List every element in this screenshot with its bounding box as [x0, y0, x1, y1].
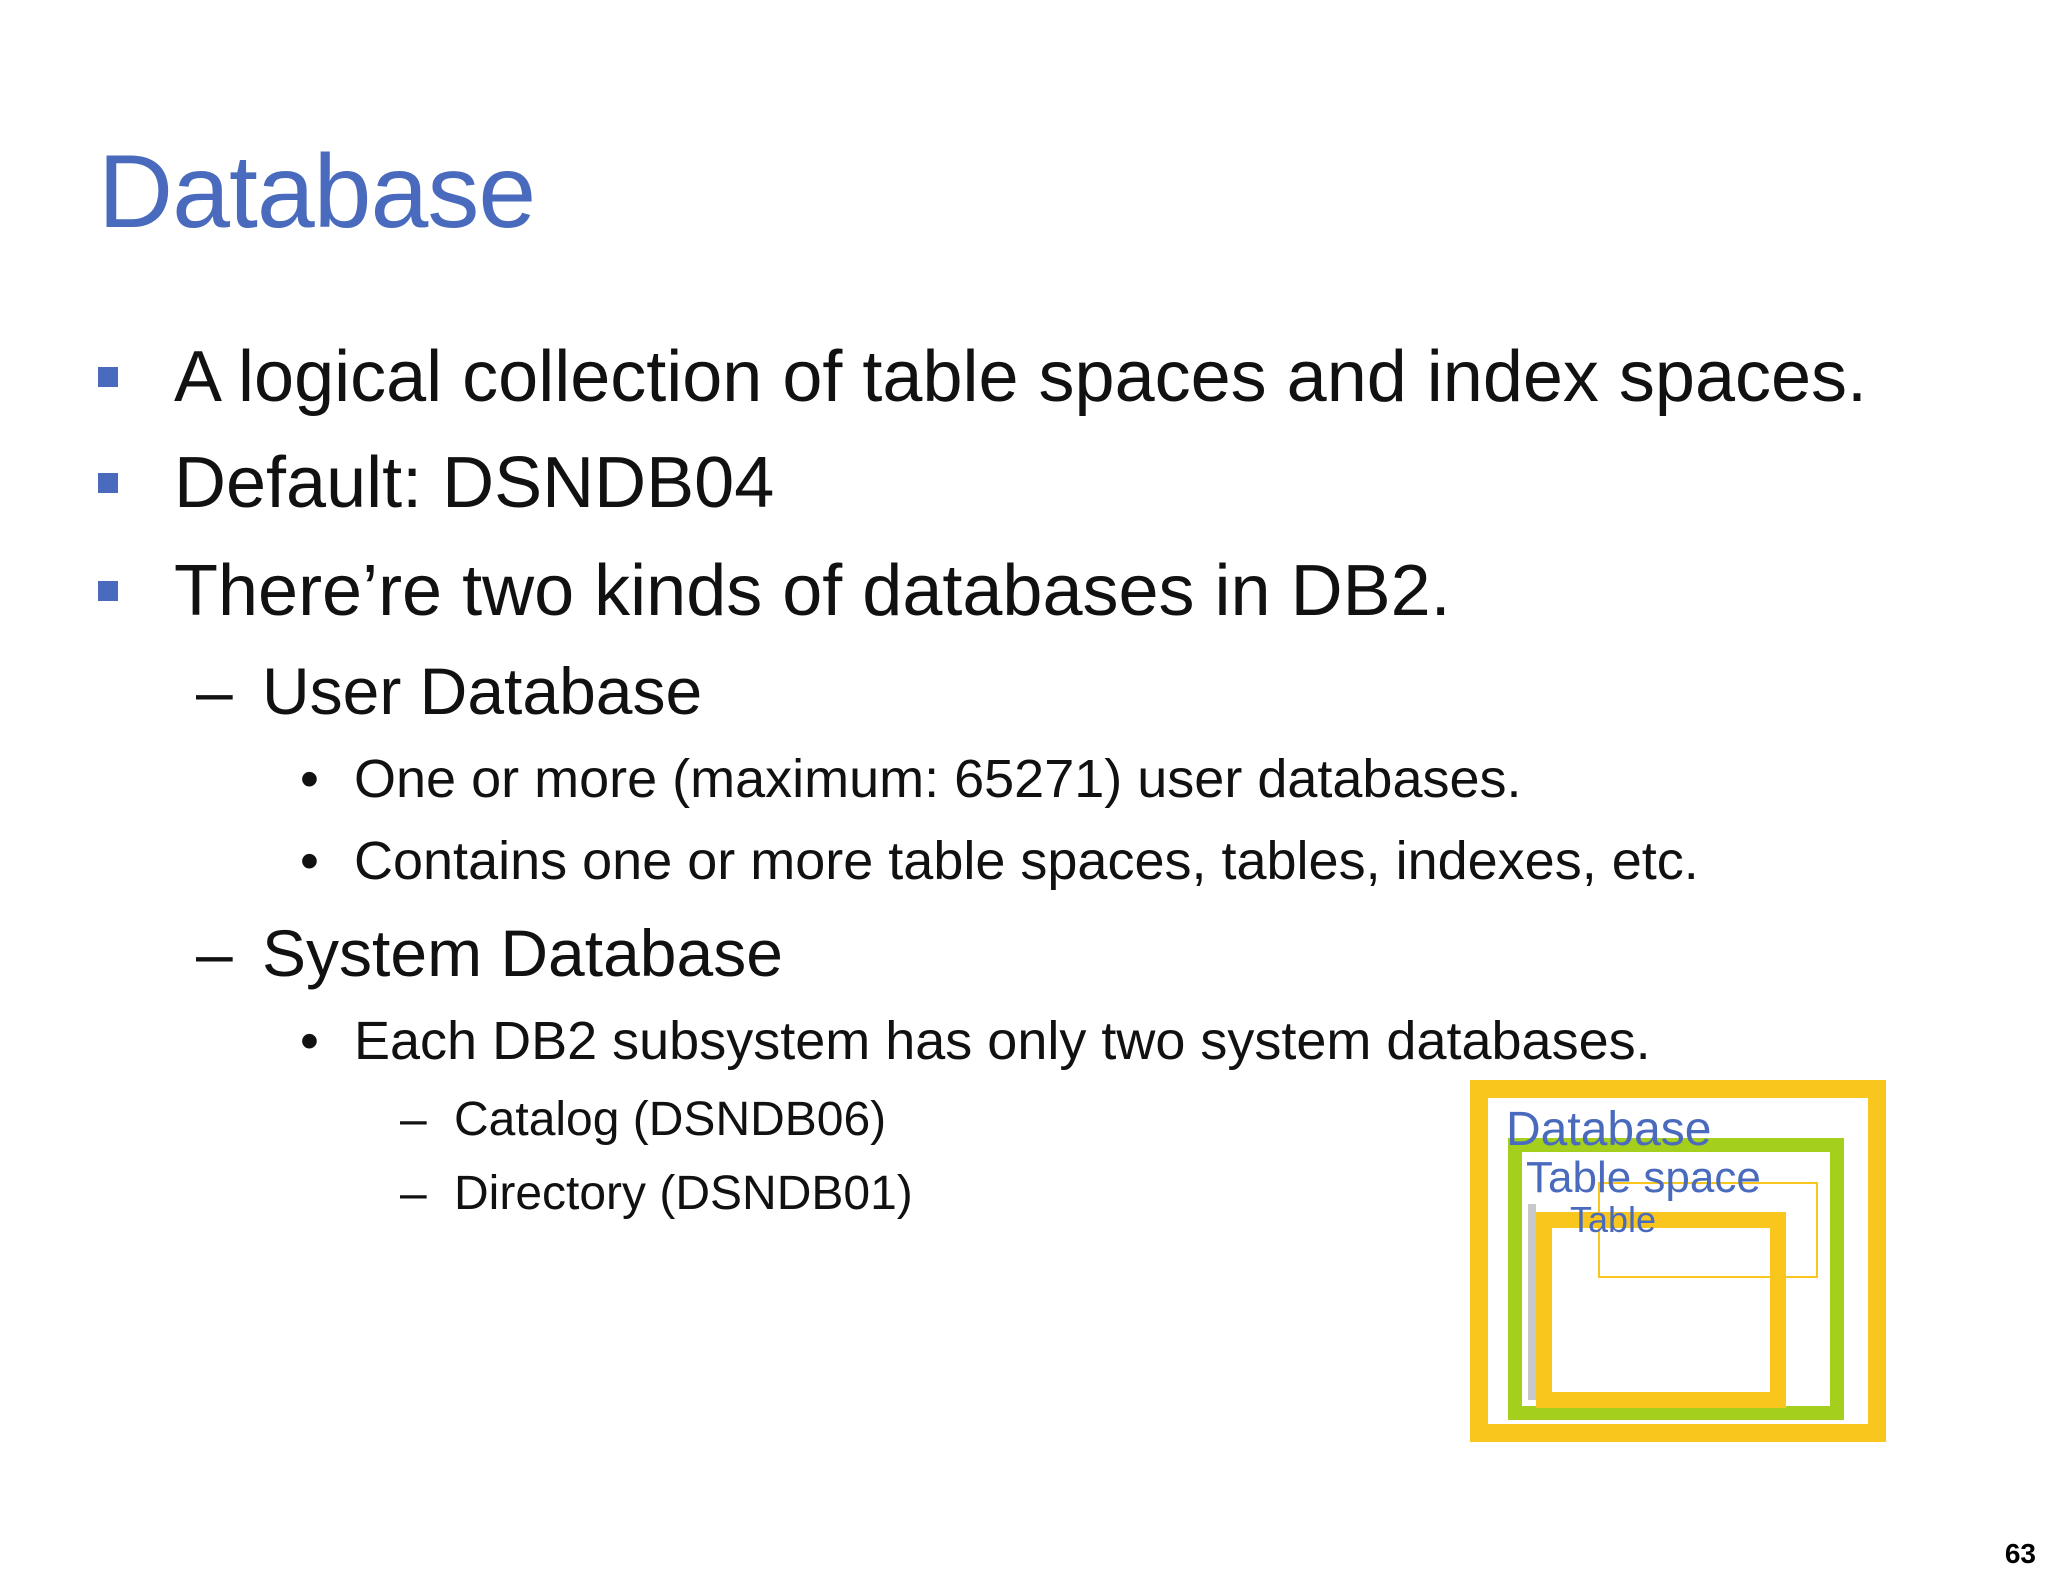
sub-heading-text: System Database — [262, 916, 783, 990]
sub-point: • Each DB2 subsystem has only two system … — [300, 1014, 1651, 1068]
bullet-item: A logical collection of table spaces and… — [98, 332, 1867, 422]
sub-point-text: One or more (maximum: 65271) user databa… — [354, 749, 1522, 809]
dash-marker: – — [400, 1093, 427, 1146]
sub-point: • One or more (maximum: 65271) user datab… — [300, 752, 1522, 806]
sub-sub-point: – Directory (DSNDB01) — [400, 1170, 913, 1218]
bullet-item: Default: DSNDB04 — [98, 438, 774, 528]
slide-title: Database — [98, 134, 536, 250]
dot-marker: • — [300, 1011, 319, 1071]
table-box — [1536, 1212, 1786, 1408]
sub-point-text: Each DB2 subsystem has only two system d… — [354, 1011, 1651, 1071]
dash-marker: – — [400, 1167, 427, 1220]
bullet-text: There’re two kinds of databases in DB2. — [174, 551, 1451, 631]
sub-point-text: Contains one or more table spaces, table… — [354, 831, 1699, 891]
square-bullet-icon — [98, 473, 118, 493]
dot-marker: • — [300, 749, 319, 809]
bullet-text: A logical collection of table spaces and… — [174, 337, 1868, 417]
square-bullet-icon — [98, 581, 118, 601]
dash-marker: – — [196, 916, 233, 990]
sub-heading-text: User Database — [262, 654, 703, 728]
square-bullet-icon — [98, 367, 118, 387]
dash-marker: – — [196, 654, 233, 728]
page-number: 63 — [2004, 1538, 2036, 1569]
sub-sub-point-text: Catalog (DSNDB06) — [454, 1093, 887, 1146]
tablespace-label: Table space — [1526, 1153, 1761, 1202]
sub-heading-system-database: – System Database — [196, 920, 783, 986]
table-label: Table — [1570, 1199, 1657, 1240]
bullet-item: There’re two kinds of databases in DB2. — [98, 546, 1451, 636]
sub-point: • Contains one or more table spaces, tabl… — [300, 834, 1699, 888]
database-diagram: Database Table space Table — [1470, 1080, 1890, 1442]
sub-sub-point-text: Directory (DSNDB01) — [454, 1167, 913, 1220]
sub-sub-point: – Catalog (DSNDB06) — [400, 1096, 886, 1144]
dot-marker: • — [300, 831, 319, 891]
sub-heading-user-database: – User Database — [196, 658, 702, 724]
database-label: Database — [1506, 1103, 1712, 1156]
slide: Database A logical collection of table s… — [0, 0, 2048, 1584]
bullet-text: Default: DSNDB04 — [174, 443, 775, 523]
